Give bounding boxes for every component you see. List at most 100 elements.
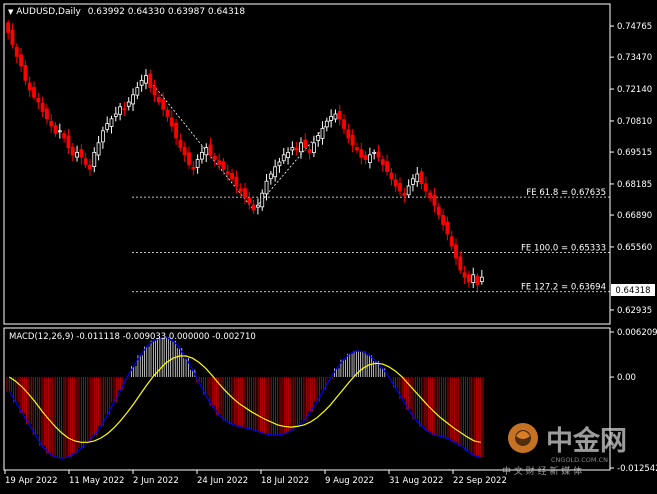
candle-bearish bbox=[212, 155, 217, 160]
candle-bearish bbox=[467, 274, 471, 283]
watermark-domain: CNGOLD.COM.CN bbox=[551, 456, 608, 464]
price-tick-label: 0.66890 bbox=[617, 211, 652, 221]
candle-bearish bbox=[182, 147, 187, 156]
candle-bearish bbox=[428, 192, 433, 199]
candle-bearish bbox=[217, 160, 222, 165]
candle-bearish bbox=[19, 54, 23, 67]
candle-bullish bbox=[320, 127, 325, 139]
candle-bearish bbox=[49, 120, 54, 127]
time-tick-label: 19 Apr 2022 bbox=[5, 476, 58, 486]
candle-bearish bbox=[187, 152, 191, 165]
chart-canvas[interactable]: FE 61.8 = 0.67635 FE 100.0 = 0.65333 FE 12… bbox=[0, 0, 657, 490]
ohlc-values: 0.63992 0.64330 0.63987 0.64318 bbox=[87, 7, 246, 17]
candlestick-series bbox=[6, 19, 484, 292]
candle-bullish bbox=[415, 173, 420, 183]
candle-bearish bbox=[230, 172, 234, 180]
candle-bearish bbox=[454, 244, 458, 259]
candle-bullish bbox=[195, 159, 200, 168]
candle-bearish bbox=[32, 86, 36, 98]
candle-bullish bbox=[311, 142, 316, 153]
fib-level-label: FE 100.0 = 0.65333 bbox=[521, 243, 606, 253]
candle-bearish bbox=[36, 97, 41, 103]
candle-bearish bbox=[303, 139, 308, 149]
candle-bearish bbox=[398, 182, 402, 192]
candle-bearish bbox=[342, 119, 346, 129]
candle-bearish bbox=[355, 147, 359, 151]
candle-bearish bbox=[88, 164, 92, 170]
watermark-slogan: 中 文 财 经 新 媒 体 bbox=[502, 465, 582, 477]
candle-bearish bbox=[475, 276, 480, 285]
candle-bearish bbox=[441, 214, 445, 225]
macd-tick-label: 0.00 bbox=[617, 373, 636, 383]
candle-bearish bbox=[346, 129, 351, 139]
candle-bearish bbox=[6, 22, 11, 33]
price-tick-label: 0.62935 bbox=[617, 306, 652, 316]
candle-bearish bbox=[45, 108, 49, 120]
candle-bearish bbox=[445, 221, 450, 235]
candle-bearish bbox=[148, 73, 153, 89]
candle-bearish bbox=[380, 159, 385, 165]
candle-bearish bbox=[385, 161, 390, 172]
candle-bullish bbox=[273, 166, 278, 178]
macd-tick-label: -0.012542 bbox=[617, 464, 657, 474]
candle-bullish bbox=[100, 130, 105, 143]
candle-bearish bbox=[10, 29, 15, 45]
candle-bearish bbox=[169, 117, 174, 127]
candle-bearish bbox=[70, 147, 75, 156]
candle-bullish bbox=[406, 185, 411, 196]
candle-bullish bbox=[118, 106, 123, 115]
fib-level-label: FE 127.2 = 0.63694 bbox=[521, 283, 606, 293]
candle-bullish bbox=[92, 151, 97, 168]
time-tick-label: 18 Jul 2022 bbox=[261, 476, 309, 486]
candle-bullish bbox=[479, 276, 484, 282]
candle-bearish bbox=[23, 64, 28, 81]
candle-bearish bbox=[27, 82, 32, 91]
candle-bearish bbox=[389, 172, 394, 180]
watermark-logo: 中金网 CNGOLD.COM.CN 中 文 财 经 新 媒 体 bbox=[502, 423, 627, 477]
candle-bearish bbox=[238, 188, 243, 192]
candle-bullish bbox=[286, 151, 290, 158]
candle-bearish bbox=[251, 204, 256, 211]
price-tick-label: 0.65560 bbox=[617, 243, 652, 253]
candle-bearish bbox=[247, 197, 252, 204]
candle-bullish bbox=[126, 101, 131, 107]
candle-bearish bbox=[79, 149, 84, 158]
price-tick-label: 0.73470 bbox=[617, 53, 652, 63]
time-axis: 19 Apr 2022 11 May 2022 2 Jun 2022 24 Jun 2… bbox=[4, 470, 507, 486]
candle-bullish bbox=[144, 75, 148, 84]
candle-bullish bbox=[135, 87, 140, 96]
candle-bullish bbox=[200, 151, 204, 160]
candle-bearish bbox=[359, 149, 364, 158]
time-tick-label: 11 May 2022 bbox=[69, 476, 124, 486]
candle-bullish bbox=[139, 80, 144, 86]
candle-bearish bbox=[350, 134, 355, 146]
candle-bullish bbox=[256, 204, 260, 208]
time-tick-label: 9 Aug 2022 bbox=[325, 476, 374, 486]
price-tick-label: 0.74765 bbox=[617, 22, 652, 32]
candle-bullish bbox=[277, 161, 282, 167]
candle-bearish bbox=[462, 272, 467, 278]
trading-chart-window[interactable]: FE 61.8 = 0.67635 FE 100.0 = 0.65333 FE 12… bbox=[0, 0, 657, 490]
candle-bearish bbox=[449, 236, 454, 247]
candle-bullish bbox=[105, 123, 110, 130]
candle-bullish bbox=[367, 154, 372, 163]
candle-bearish bbox=[53, 125, 58, 134]
candle-bearish bbox=[393, 179, 398, 187]
candle-bearish bbox=[178, 139, 183, 148]
candle-bullish bbox=[268, 173, 273, 180]
candle-bullish bbox=[471, 274, 476, 284]
candle-bearish bbox=[122, 108, 127, 111]
chart-header: ▼ AUDUSD,Daily 0.63992 0.64330 0.63987 0… bbox=[8, 7, 245, 17]
candle-bearish bbox=[152, 86, 157, 96]
chart-header-icon: ▼ bbox=[8, 8, 14, 16]
current-price-marker: 0.64318 bbox=[611, 284, 655, 296]
candle-bullish bbox=[75, 151, 79, 158]
fibonacci-levels: FE 61.8 = 0.67635 FE 100.0 = 0.65333 FE 12… bbox=[132, 188, 610, 293]
candle-bullish bbox=[411, 178, 415, 185]
candle-bearish bbox=[161, 99, 166, 110]
macd-label: MACD(12,26,9) -0.011118 -0.009033 0.0000… bbox=[9, 332, 256, 342]
candle-bullish bbox=[299, 142, 303, 153]
watermark-brand: 中金网 bbox=[546, 425, 627, 457]
candle-bearish bbox=[221, 161, 226, 170]
candle-bearish bbox=[307, 149, 312, 153]
